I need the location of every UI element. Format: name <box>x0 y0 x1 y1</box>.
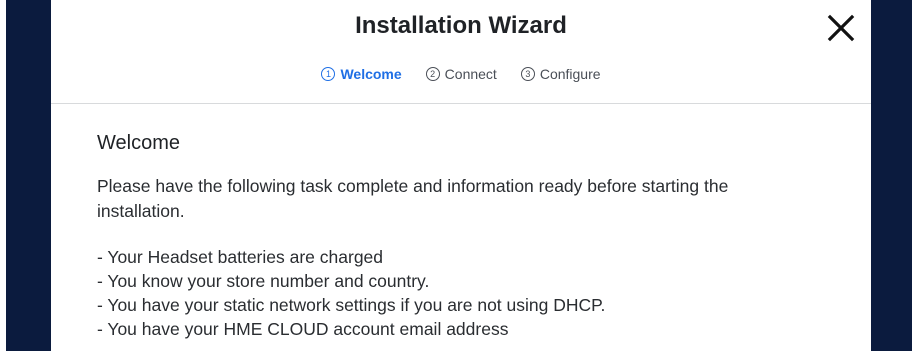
step-label: Welcome <box>340 66 402 82</box>
list-item: - You have your HME CLOUD account email … <box>97 319 509 339</box>
step-number-badge: 3 <box>520 67 535 81</box>
step-number-badge: 2 <box>425 67 440 81</box>
modal-overlay-left <box>6 0 51 351</box>
step-label: Connect <box>444 66 497 82</box>
section-heading: Welcome <box>97 132 180 154</box>
close-icon <box>827 14 855 42</box>
intro-text: Please have the following task complete … <box>97 176 729 221</box>
step-label: Configure <box>539 66 601 82</box>
step-welcome[interactable]: 1 Welcome <box>321 66 402 82</box>
step-connect[interactable]: 2 Connect <box>425 66 497 82</box>
wizard-steps: 1 Welcome 2 Connect 3 Configure <box>51 66 871 82</box>
step-number-badge: 1 <box>321 67 336 81</box>
list-item: - Your Headset batteries are charged <box>97 247 384 267</box>
step-configure[interactable]: 3 Configure <box>520 66 601 82</box>
list-item: - You have your static network settings … <box>97 295 606 315</box>
list-item: - You know your store number and country… <box>97 271 430 291</box>
close-button[interactable] <box>821 8 861 48</box>
header-divider <box>51 103 871 104</box>
wizard-title: Installation Wizard <box>355 12 567 39</box>
modal-overlay-right <box>871 0 912 351</box>
installation-wizard-modal: Installation Wizard 1 Welcome 2 Connect … <box>51 0 871 351</box>
requirements-list: - Your Headset batteries are charged - Y… <box>97 245 817 341</box>
